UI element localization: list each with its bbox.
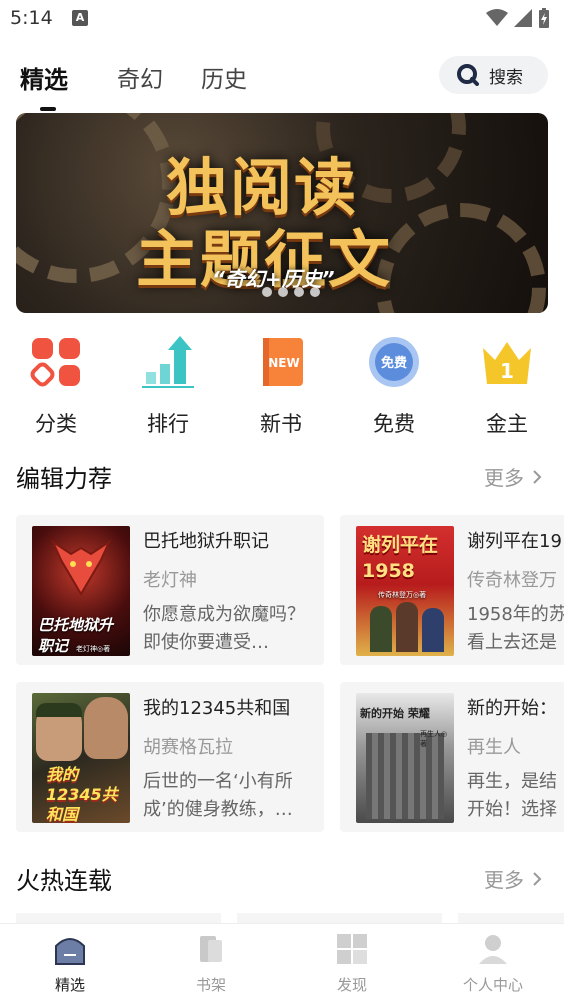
gear-decoration [376, 203, 546, 313]
book-author: 传奇林登万 [467, 570, 557, 591]
nav-featured[interactable]: 精选 [25, 932, 115, 995]
tab-history[interactable]: 历史 [201, 60, 247, 94]
pagination-dot[interactable] [278, 287, 288, 297]
book-card[interactable]: 新的开始 荣耀 再生人◎著 新的开始： 再生人 再生，是结开始！选择 [340, 682, 564, 832]
book-description: 后世的一名‘小有所成’的健身教练，… [143, 771, 293, 820]
book-title: 我的12345共和国 [143, 698, 291, 719]
category-label: 分类 [35, 412, 77, 436]
tab-featured[interactable]: 精选 [20, 60, 68, 95]
nav-discover[interactable]: 发现 [307, 932, 397, 995]
discover-grid-icon [337, 934, 367, 964]
svg-text:NEW: NEW [268, 356, 299, 370]
serial-card-peek[interactable] [237, 913, 442, 923]
nav-label: 书架 [195, 976, 226, 994]
book-description: 1958年的苏看上去还是 [467, 604, 564, 653]
status-bar: 5:14 A [0, 0, 564, 38]
demon-emblem-icon [51, 540, 111, 596]
category-item-new-books[interactable]: NEW 新书 [236, 330, 326, 438]
cap-illustration [36, 703, 82, 717]
pagination-dot[interactable] [310, 287, 320, 297]
book-author: 老灯神 [143, 570, 197, 591]
more-button-hot-serial[interactable]: 更多 [484, 864, 542, 893]
crown-icon: 1 [479, 334, 535, 390]
pagination-dot[interactable] [262, 287, 272, 297]
chevron-right-icon [533, 469, 542, 484]
book-cover: 谢列平在1958 传奇林登万◎著 [356, 526, 454, 656]
featured-home-icon [55, 938, 85, 965]
category-item-classify[interactable]: 分类 [11, 330, 101, 438]
svg-text:1: 1 [500, 359, 514, 383]
more-button-editor-picks[interactable]: 更多 [484, 462, 542, 491]
category-label: 排行 [147, 412, 189, 436]
category-label: 新书 [260, 412, 302, 436]
serial-card-peek[interactable] [458, 913, 564, 923]
book-title: 巴托地狱升职记 [143, 531, 269, 552]
bookshelf-icon [200, 936, 222, 962]
battery-icon [539, 8, 549, 28]
category-item-free[interactable]: 免费 免费 [349, 330, 439, 438]
tab-fantasy[interactable]: 奇幻 [117, 60, 163, 94]
book-cover: 新的开始 荣耀 再生人◎著 [356, 693, 454, 823]
nav-profile[interactable]: 个人中心 [448, 932, 538, 995]
figure-illustration [370, 606, 392, 652]
book-description: 你愿意成为欲魔吗？即使你要遭受… [143, 604, 305, 653]
figure-illustration [422, 608, 444, 652]
category-grid-icon [28, 334, 84, 390]
book-cover: 巴托地狱升职记 老灯神◎著 [32, 526, 130, 656]
category-label: 金主 [486, 412, 528, 436]
active-tab-indicator [40, 107, 56, 111]
signal-icon [514, 9, 532, 27]
section-title-hot-serial: 火热连载 [16, 867, 112, 895]
profile-icon [479, 935, 507, 964]
new-book-icon: NEW [253, 334, 309, 390]
pagination-dot[interactable] [294, 287, 304, 297]
search-label: 搜索 [489, 67, 523, 88]
promo-banner[interactable]: 独阅读 主题征文 “奇幻+历史” [16, 113, 548, 313]
banner-pagination [262, 287, 320, 297]
book-card[interactable]: 谢列平在1958 传奇林登万◎著 谢列平在19 传奇林登万 1958年的苏看上去… [340, 515, 564, 665]
bottom-navigation: 精选 书架 发现 个人中心 [0, 923, 564, 997]
serial-card-peek[interactable] [16, 913, 221, 923]
nav-bookshelf[interactable]: 书架 [166, 932, 256, 995]
book-title: 新的开始： [467, 698, 557, 719]
nav-label: 个人中心 [462, 976, 523, 994]
book-author: 胡赛格瓦拉 [143, 737, 233, 758]
nav-label: 发现 [336, 976, 367, 994]
book-author: 再生人 [467, 737, 521, 758]
category-label: 免费 [373, 412, 415, 436]
more-label: 更多 [484, 466, 524, 490]
search-button[interactable]: 搜索 [439, 56, 548, 94]
svg-text:免费: 免费 [381, 355, 407, 371]
ranking-chart-icon [140, 334, 196, 390]
category-item-gold-sponsor[interactable]: 1 金主 [462, 330, 552, 438]
wifi-icon [486, 9, 508, 26]
more-label: 更多 [484, 868, 524, 892]
notification-a-icon: A [72, 10, 88, 26]
section-title-editor-picks: 编辑力荐 [16, 465, 112, 493]
free-badge-icon: 免费 [366, 334, 422, 390]
status-indicators [486, 8, 550, 28]
status-time: 5:14 [10, 7, 53, 29]
portrait-illustration [84, 697, 128, 759]
book-title: 谢列平在19 [467, 531, 562, 552]
nav-label: 精选 [54, 976, 85, 994]
book-card[interactable]: 我的12345共和国 我的12345共和国 胡赛格瓦拉 后世的一名‘小有所成’的… [16, 682, 324, 832]
book-card[interactable]: 巴托地狱升职记 老灯神◎著 巴托地狱升职记 老灯神 你愿意成为欲魔吗？即使你要遭… [16, 515, 324, 665]
figure-illustration [396, 602, 418, 652]
category-shortcuts: 分类 排行 NEW 新书 免费 免费 1 金主 [0, 330, 564, 440]
book-cover: 我的12345共和国 [32, 693, 130, 823]
search-icon [457, 64, 479, 86]
chevron-right-icon [533, 871, 542, 886]
category-item-ranking[interactable]: 排行 [123, 330, 213, 438]
book-description: 再生，是结开始！选择 [467, 771, 557, 820]
